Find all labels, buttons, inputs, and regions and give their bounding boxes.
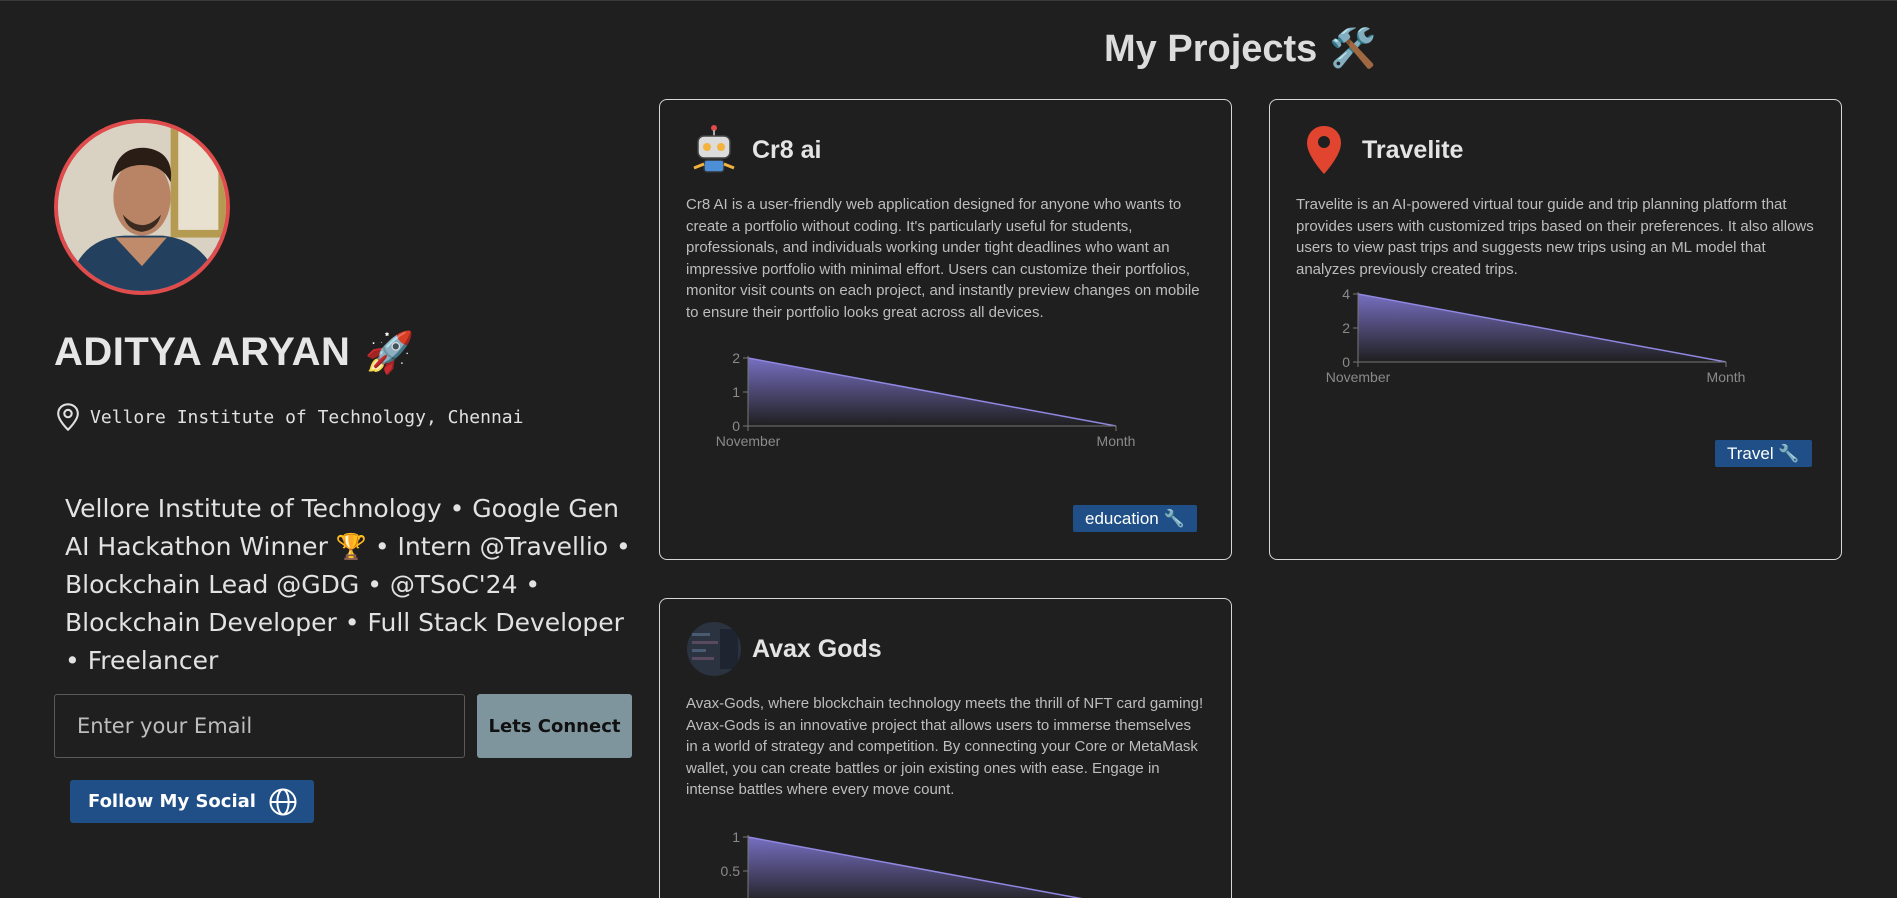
project-title: Travelite: [1362, 135, 1464, 164]
chart-y-tick-label: 0.5: [721, 863, 741, 879]
profile-location: Vellore Institute of Technology, Chennai: [54, 402, 644, 432]
chart-x-tick-label: Month: [1707, 369, 1746, 384]
project-description: Avax-Gods, where blockchain technology m…: [686, 695, 1204, 799]
profile-name: ADITYA ARYAN 🚀: [54, 329, 644, 376]
project-card-travelite[interactable]: Travelite Travelite is an AI-powered vir…: [1269, 99, 1842, 560]
chart-area: [748, 837, 1079, 898]
project-tag[interactable]: Travel 🔧: [1715, 440, 1812, 467]
chart-y-tick-label: 0: [732, 418, 740, 434]
location-text: Vellore Institute of Technology, Chennai: [90, 406, 524, 428]
profile-name-text: ADITYA ARYAN: [54, 330, 351, 374]
tools-icon: 🛠️: [1329, 28, 1377, 70]
chart-y-tick-label: 4: [1342, 288, 1350, 302]
follow-social-button[interactable]: Follow My Social: [70, 780, 314, 823]
map-pin-icon: [1296, 122, 1352, 178]
email-input[interactable]: [54, 694, 465, 758]
chart-x-tick-label: November: [1326, 369, 1391, 384]
project-card-header: Travelite: [1296, 122, 1463, 178]
project-description: Cr8 AI is a user-friendly web applicatio…: [686, 196, 1200, 321]
location-pin-icon: [57, 403, 79, 432]
project-tag[interactable]: education 🔧: [1073, 505, 1197, 532]
chart-y-tick-label: 2: [1342, 320, 1350, 336]
project-visits-chart: 0 2 4 November Month: [1326, 288, 1746, 384]
follow-social-label: Follow My Social: [88, 791, 256, 812]
project-card-header: Cr8 ai: [686, 122, 821, 178]
connect-form: Lets Connect: [54, 694, 644, 758]
chart-y-tick-label: 2: [732, 352, 740, 366]
chart-x-tick-label: November: [716, 433, 781, 448]
game-thumbnail-icon: [686, 621, 742, 677]
globe-icon: [269, 788, 297, 815]
avatar: [54, 119, 230, 295]
chart-y-tick-label: 1: [732, 831, 740, 845]
rocket-icon: 🚀: [364, 331, 415, 375]
avatar-photo-icon: [58, 123, 226, 291]
chart-y-tick-label: 1: [732, 384, 740, 400]
chart-y-tick-label: 0: [1342, 354, 1350, 370]
lets-connect-button[interactable]: Lets Connect: [477, 694, 632, 758]
chart-x-tick-label: Month: [1097, 433, 1136, 448]
project-title: Cr8 ai: [752, 135, 822, 164]
robot-icon: [686, 122, 742, 178]
project-card-avax-gods[interactable]: Avax Gods Avax-Gods, where blockchain te…: [659, 598, 1232, 898]
project-card-cr8-ai[interactable]: Cr8 ai Cr8 AI is a user-friendly web app…: [659, 99, 1232, 560]
profile-bio: Vellore Institute of Technology • Google…: [65, 494, 631, 675]
projects-heading: My Projects 🛠️: [1104, 27, 1377, 71]
project-visits-chart: 0 1 2 November Month: [716, 352, 1136, 448]
project-visits-chart: 0.51NovemberMonth: [721, 831, 1083, 898]
project-title: Avax Gods: [752, 634, 882, 663]
profile-section: ADITYA ARYAN 🚀 Vellore Institute of Tech…: [54, 119, 644, 823]
projects-title-text: My Projects: [1104, 27, 1318, 70]
project-card-header: Avax Gods: [686, 621, 882, 677]
project-description: Travelite is an AI-powered virtual tour …: [1296, 196, 1814, 278]
